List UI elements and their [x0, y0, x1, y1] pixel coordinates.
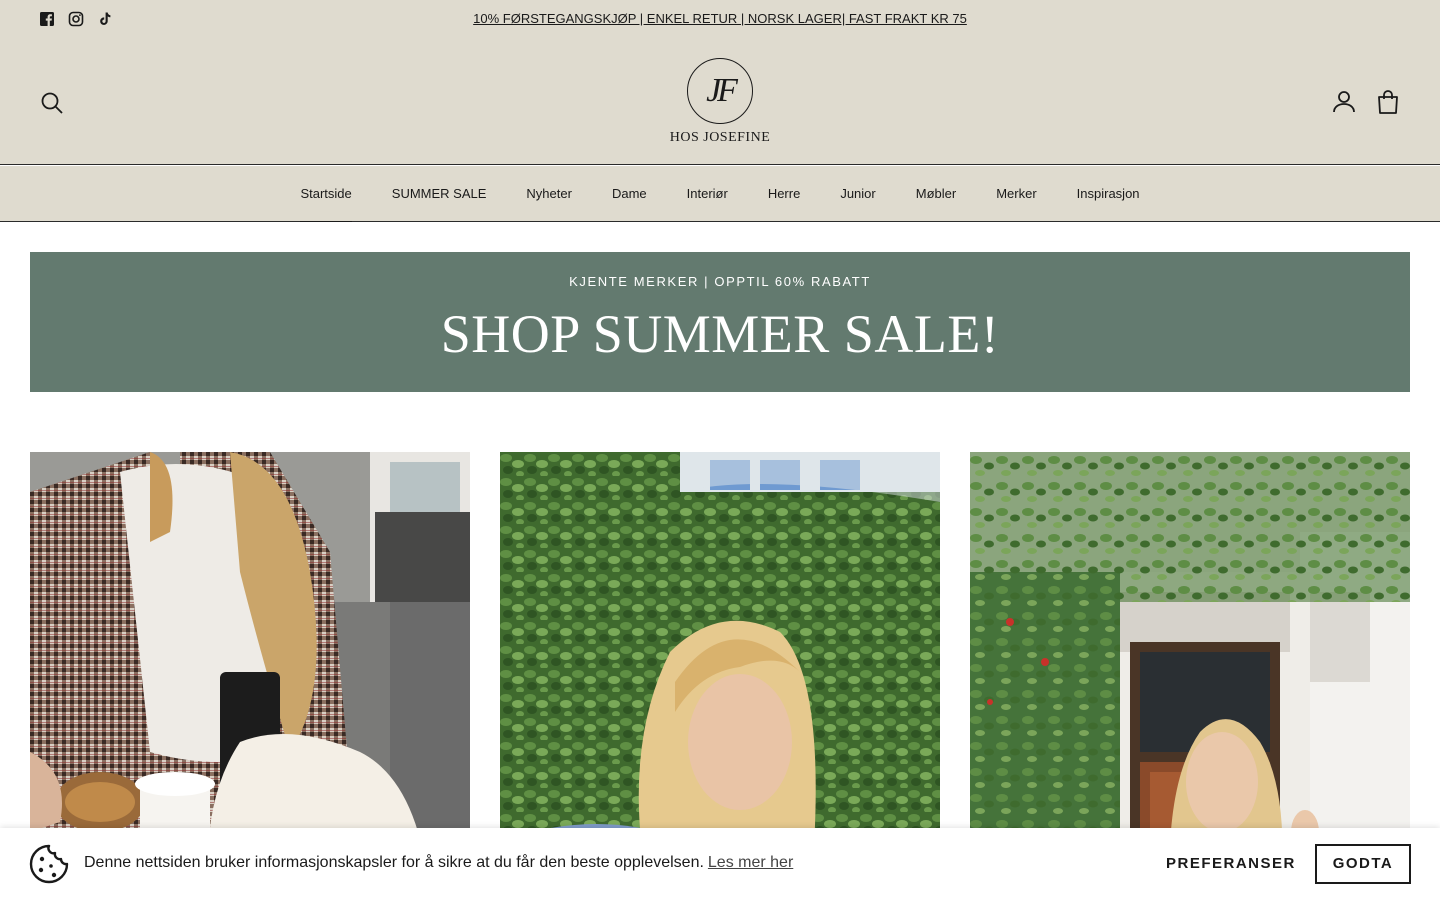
main-navigation: Startside SUMMER SALE Nyheter Dame Inter… — [0, 166, 1440, 222]
promo-subtitle: KJENTE MERKER | OPPTIL 60% RABATT — [569, 274, 871, 289]
nav-item-herre[interactable]: Herre — [748, 166, 821, 222]
nav-item-nyheter[interactable]: Nyheter — [506, 166, 592, 222]
cookie-message-text: Denne nettsiden bruker informasjonskapsl… — [84, 854, 704, 871]
cart-icon[interactable] — [1376, 89, 1400, 115]
promo-title: SHOP SUMMER SALE! — [440, 304, 1000, 364]
nav-item-merker[interactable]: Merker — [976, 166, 1056, 222]
site-header: JF HOS JOSEFINE — [0, 38, 1440, 165]
cookie-banner: Denne nettsiden bruker informasjonskapsl… — [0, 828, 1440, 900]
logo-monogram: JF — [687, 58, 753, 124]
cookie-message: Denne nettsiden bruker informasjonskapsl… — [84, 854, 793, 872]
cookie-accept-button[interactable]: GODTA — [1315, 844, 1411, 884]
announcement-bar: 10% FØRSTEGANGSKJØP | ENKEL RETUR | NORS… — [0, 0, 1440, 38]
nav-item-summer-sale[interactable]: SUMMER SALE — [372, 166, 507, 222]
promo-banner[interactable]: KJENTE MERKER | OPPTIL 60% RABATT SHOP S… — [30, 252, 1410, 392]
cookie-read-more-link[interactable]: Les mer her — [708, 854, 793, 871]
nav-item-junior[interactable]: Junior — [820, 166, 895, 222]
cookie-icon — [29, 844, 69, 884]
nav-item-inspirasjon[interactable]: Inspirasjon — [1057, 166, 1160, 222]
search-icon[interactable] — [40, 91, 64, 115]
nav-item-startside[interactable]: Startside — [280, 166, 371, 222]
announcement-text[interactable]: 10% FØRSTEGANGSKJØP | ENKEL RETUR | NORS… — [0, 11, 1440, 26]
nav-item-interior[interactable]: Interiør — [667, 166, 748, 222]
account-icon[interactable] — [1331, 89, 1357, 115]
nav-item-dame[interactable]: Dame — [592, 166, 667, 222]
logo-name: HOS JOSEFINE — [669, 130, 771, 145]
logo[interactable]: JF HOS JOSEFINE — [668, 58, 772, 148]
nav-item-mobler[interactable]: Møbler — [896, 166, 976, 222]
cookie-preferences-button[interactable]: PREFERANSER — [1166, 855, 1296, 872]
